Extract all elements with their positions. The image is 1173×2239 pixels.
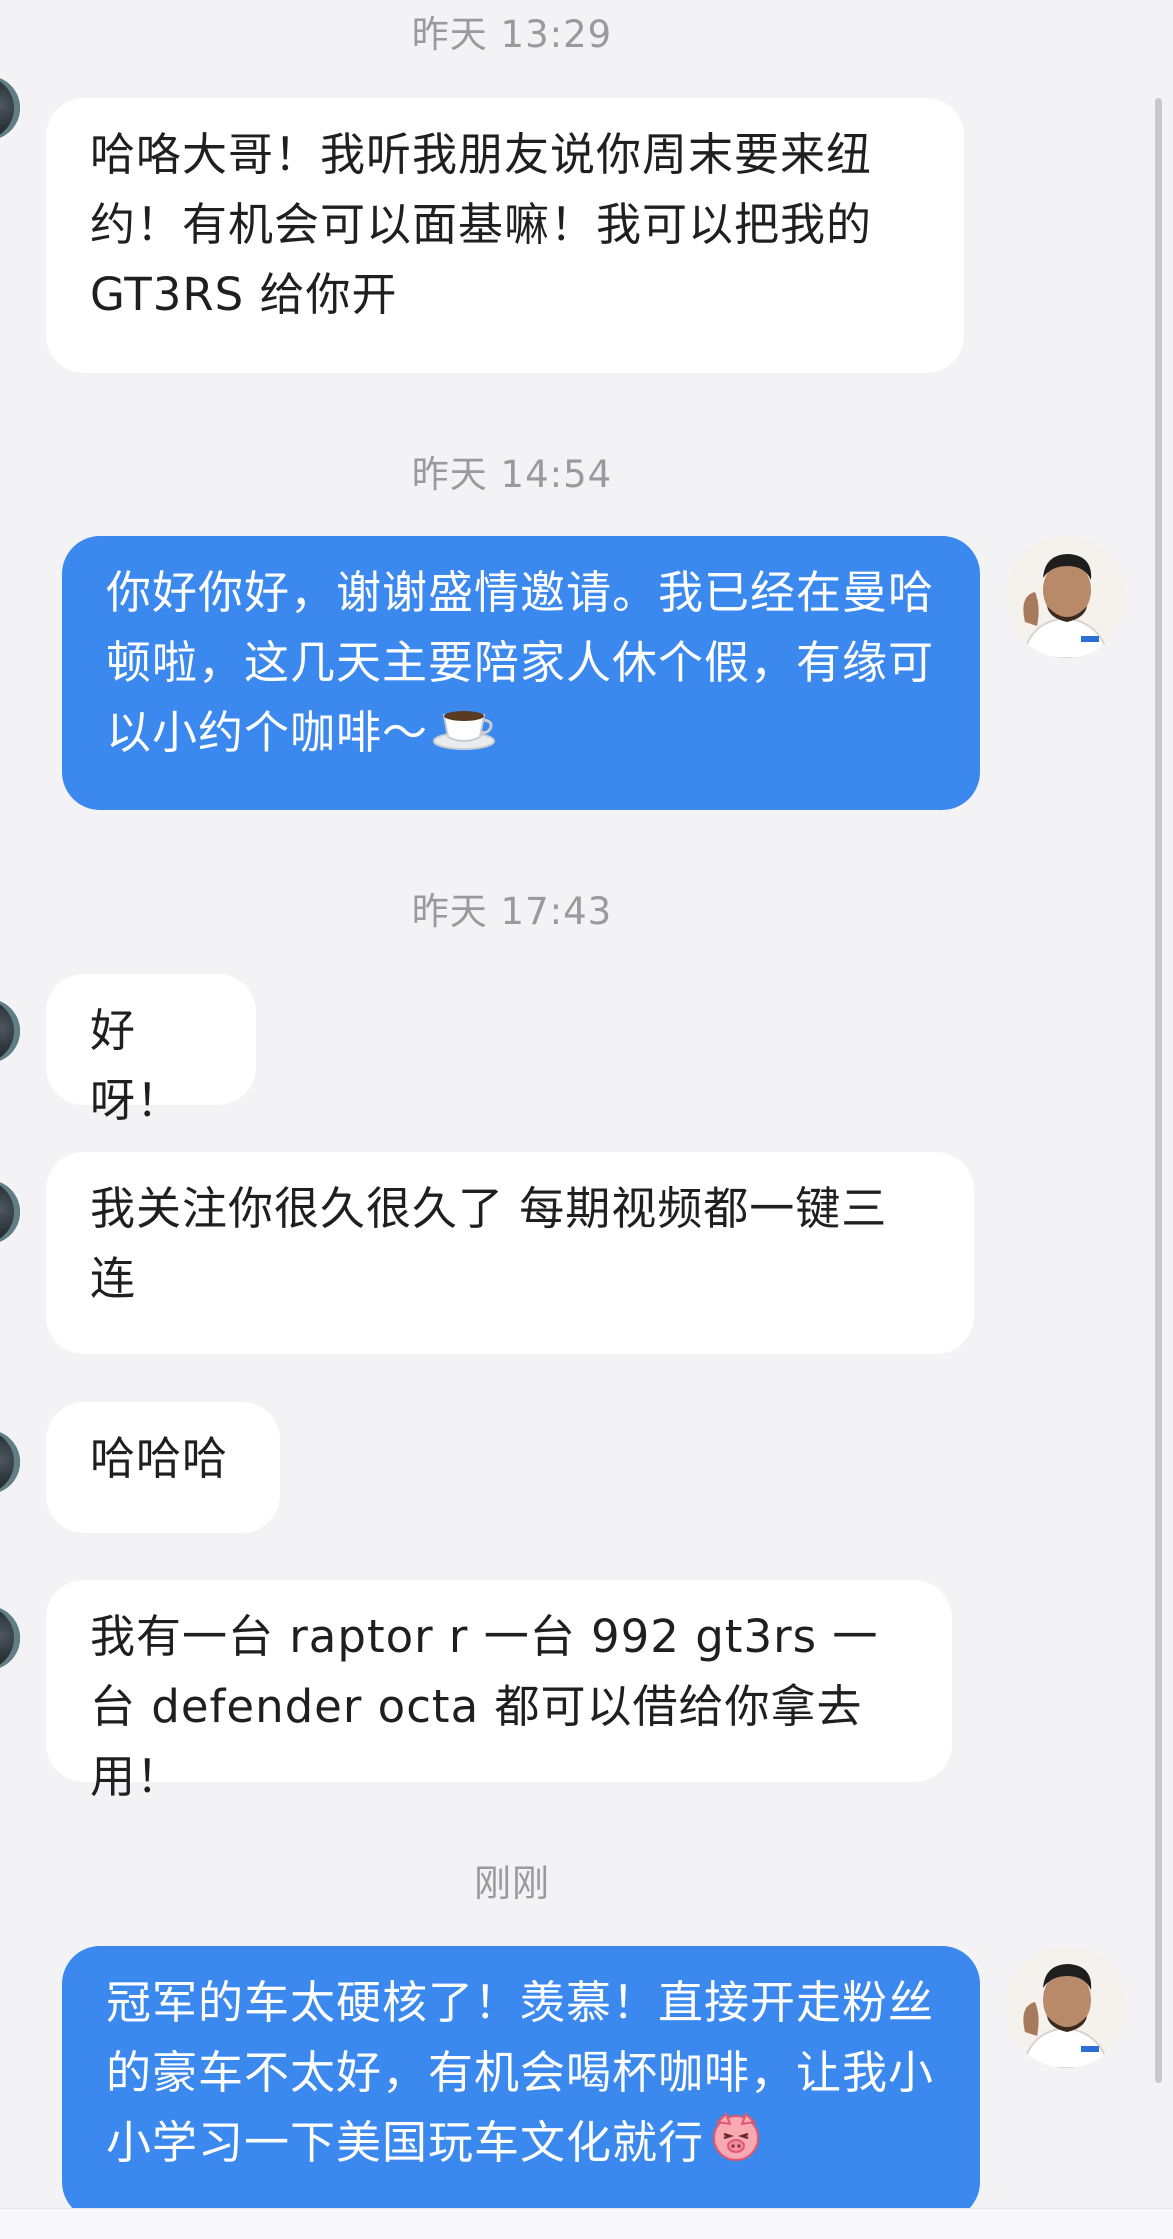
contact-avatar[interactable] [0, 1430, 20, 1494]
scrollbar[interactable] [1155, 98, 1162, 2083]
timestamp: 昨天 17:43 [411, 890, 613, 933]
message-text: 我关注你很久很久了 每期视频都一键三连 [90, 1182, 888, 1305]
input-bar-edge [0, 2208, 1173, 2239]
message-bubble-incoming[interactable]: 好呀！ [46, 974, 256, 1127]
timestamp: 昨天 14:54 [411, 453, 613, 496]
contact-avatar[interactable] [0, 1606, 20, 1670]
message-text: 我有一台 raptor r 一台 992 gt3rs 一台 defender o… [90, 1610, 879, 1803]
message-bubble-incoming[interactable]: 我关注你很久很久了 每期视频都一键三连 [46, 1152, 974, 1354]
message-text: 哈咯大哥！我听我朋友说你周末要来纽约！有机会可以面基嘛！我可以把我的 GT3RS… [90, 128, 873, 321]
chat-view[interactable]: 昨天 13:29 哈咯大哥！我听我朋友说你周末要来纽约！有机会可以面基嘛！我可以… [0, 0, 1173, 2239]
message-bubble-incoming[interactable]: 我有一台 raptor r 一台 992 gt3rs 一台 defender o… [46, 1580, 952, 1803]
message-bubble-outgoing[interactable]: 冠军的车太硬核了！羡慕！直接开走粉丝的豪车不太好，有机会喝杯咖啡，让我小小学习一… [62, 1946, 980, 2220]
my-avatar[interactable] [1005, 1946, 1127, 2068]
timestamp: 刚刚 [474, 1862, 550, 1905]
message-text: 你好你好，谢谢盛情邀请。我已经在曼哈顿啦，这几天主要陪家人休个假，有缘可以小约个… [106, 566, 935, 759]
contact-avatar[interactable] [0, 76, 20, 140]
my-avatar[interactable] [1005, 536, 1127, 658]
contact-avatar[interactable] [0, 999, 20, 1063]
message-bubble-outgoing[interactable]: 你好你好，谢谢盛情邀请。我已经在曼哈顿啦，这几天主要陪家人休个假，有缘可以小约个… [62, 536, 980, 810]
timestamp: 昨天 13:29 [411, 13, 613, 56]
message-text: 冠军的车太硬核了！羡慕！直接开走粉丝的豪车不太好，有机会喝杯咖啡，让我小小学习一… [106, 1976, 935, 2169]
message-bubble-incoming[interactable]: 哈哈哈 [46, 1402, 280, 1533]
blushing-pig-emoji-icon [708, 2108, 764, 2184]
contact-avatar[interactable] [0, 1180, 20, 1244]
message-bubble-incoming[interactable]: 哈咯大哥！我听我朋友说你周末要来纽约！有机会可以面基嘛！我可以把我的 GT3RS… [46, 98, 964, 373]
message-text: 好呀！ [90, 1004, 183, 1127]
message-text: 哈哈哈 [90, 1432, 229, 1485]
coffee-icon [432, 701, 498, 771]
